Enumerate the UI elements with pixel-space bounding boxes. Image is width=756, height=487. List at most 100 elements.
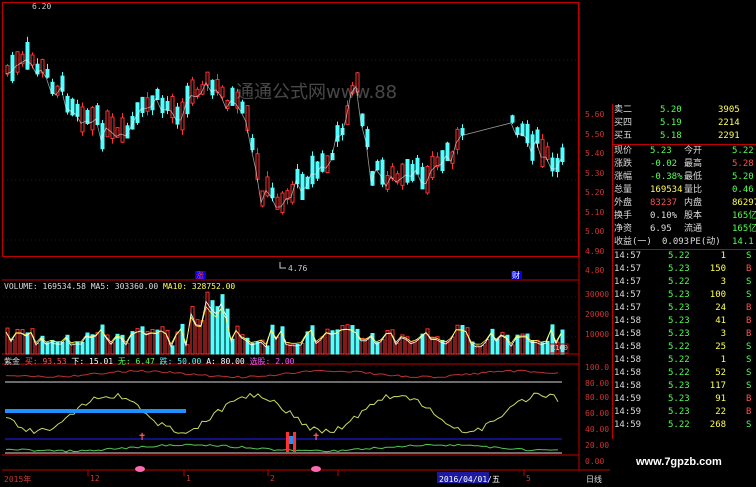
stat-value: 6.95 (650, 224, 672, 234)
candle-down (515, 127, 520, 135)
indicator-val-d: 跌: 50.00 (159, 357, 202, 366)
volume-bar-down (310, 325, 315, 355)
candle-down (335, 125, 340, 142)
quote-stat-row: 涨跌 -0.02 最高 5.28 (614, 158, 756, 171)
candle-up (220, 86, 225, 98)
osc-tick-3: 40.00 (585, 425, 610, 434)
order-book-volume: 2291 (718, 131, 740, 141)
tick-volume: 1 (720, 251, 727, 261)
tick-row: 14:58 5.22 25 S (614, 341, 756, 354)
tick-price: 5.23 (668, 316, 690, 326)
stat-label: 股本 (684, 211, 703, 221)
volume-tick-1: 30000 (585, 290, 610, 299)
price-tick: 5.50 (585, 129, 605, 139)
candle-down (375, 160, 380, 171)
volume-bar-down (225, 308, 230, 355)
volume-bar-down (220, 294, 225, 355)
tick-side: S (746, 290, 752, 300)
indicator-tick-2: 80.00 (585, 379, 610, 388)
tick-price: 5.23 (668, 407, 690, 417)
tick-side: B (746, 394, 752, 404)
candle-down (460, 128, 465, 136)
candle-up (430, 155, 435, 179)
tick-price: 5.22 (668, 277, 690, 287)
candle-down (405, 159, 410, 183)
stat-label: 流通 (684, 224, 703, 234)
quote-stat-row: 外盘 83237 内盘 86297 (614, 197, 756, 210)
stat-label: 收益(一) (614, 237, 652, 247)
date-label: 1 (186, 474, 191, 483)
stat-label: 涨跌 (614, 159, 633, 169)
tick-price: 5.23 (668, 303, 690, 313)
volume-bar-down (180, 323, 185, 355)
candle-down (410, 163, 415, 181)
tick-time: 14:58 (614, 342, 642, 352)
stat-value: 5.23 (650, 146, 672, 156)
tick-side: S (746, 368, 752, 378)
indicator-name: 紫金 (4, 357, 20, 366)
indicator-tick-1: 100.0 (585, 363, 610, 372)
volume-bar-up (190, 306, 195, 355)
tick-side: B (746, 264, 752, 274)
tick-price: 5.23 (668, 290, 690, 300)
tick-time: 14:59 (614, 420, 642, 430)
candle-down (510, 115, 515, 123)
period-tab[interactable]: 日线 (586, 474, 602, 485)
tick-price: 5.22 (668, 368, 690, 378)
tick-volume: 22 (715, 407, 727, 417)
candle-down (210, 79, 215, 96)
tick-volume: 52 (715, 368, 727, 378)
site-watermark: www.7gpzb.com (636, 456, 722, 468)
volume-bar-down (230, 338, 235, 355)
candle-down (320, 153, 325, 172)
tick-volume: 268 (709, 420, 727, 430)
candle-down (560, 147, 565, 162)
indicator-val-b: 下: 15.01 (71, 357, 114, 366)
order-book-price: 5.19 (660, 118, 682, 128)
tick-row: 14:57 5.23 24 B (614, 302, 756, 315)
order-book-row: 买四 5.19 2214 (614, 117, 756, 130)
tick-row: 14:58 5.22 1 S (614, 354, 756, 367)
candle-down (45, 68, 50, 78)
volume-bar-down (280, 326, 285, 355)
candle-up (145, 97, 150, 112)
tick-price: 5.23 (668, 329, 690, 339)
tick-volume: 1 (720, 355, 727, 365)
tick-volume: 150 (709, 264, 727, 274)
tick-side: B (746, 329, 752, 339)
watermark: 通通公式网www.88 (236, 82, 398, 103)
date-label: 2015年 (4, 475, 32, 484)
stat-label: 换手 (614, 211, 633, 221)
tick-row: 14:59 5.23 91 B (614, 393, 756, 406)
tick-time: 14:57 (614, 303, 642, 313)
tick-time: 14:58 (614, 316, 642, 326)
order-book-row: 买五 5.18 2291 (614, 130, 756, 143)
price-tick: 4.90 (585, 246, 605, 256)
volume-bar-up (380, 338, 385, 355)
price-tick: 5.30 (585, 168, 605, 178)
order-book-volume: 3905 (718, 105, 740, 115)
stat-value: 86297 (732, 198, 756, 208)
quote-stat-row: 现价 5.23 今开 5.22 (614, 145, 756, 158)
tick-row: 14:59 5.23 22 B (614, 406, 756, 419)
tick-side: B (746, 303, 752, 313)
volume-bar-up (275, 336, 280, 355)
stat-label: 现价 (614, 146, 633, 156)
tick-price: 5.22 (668, 420, 690, 430)
volume-bar-up (185, 344, 190, 355)
candle-up (400, 163, 405, 186)
tick-row: 14:59 5.22 268 S (614, 419, 756, 432)
stat-value: 165亿 (732, 224, 756, 234)
stat-label: 净资 (614, 224, 633, 234)
tick-time: 14:57 (614, 251, 642, 261)
tick-volume: 41 (715, 316, 727, 326)
price-tick: 5.40 (585, 149, 605, 158)
candle-down (140, 96, 145, 114)
tick-time: 14:58 (614, 355, 642, 365)
date-label: 12 (90, 474, 100, 483)
tick-side: S (746, 355, 752, 365)
candle-up (105, 110, 110, 138)
candle-down (300, 173, 305, 200)
volume-bar-down (265, 345, 270, 355)
candle-up (190, 79, 195, 104)
